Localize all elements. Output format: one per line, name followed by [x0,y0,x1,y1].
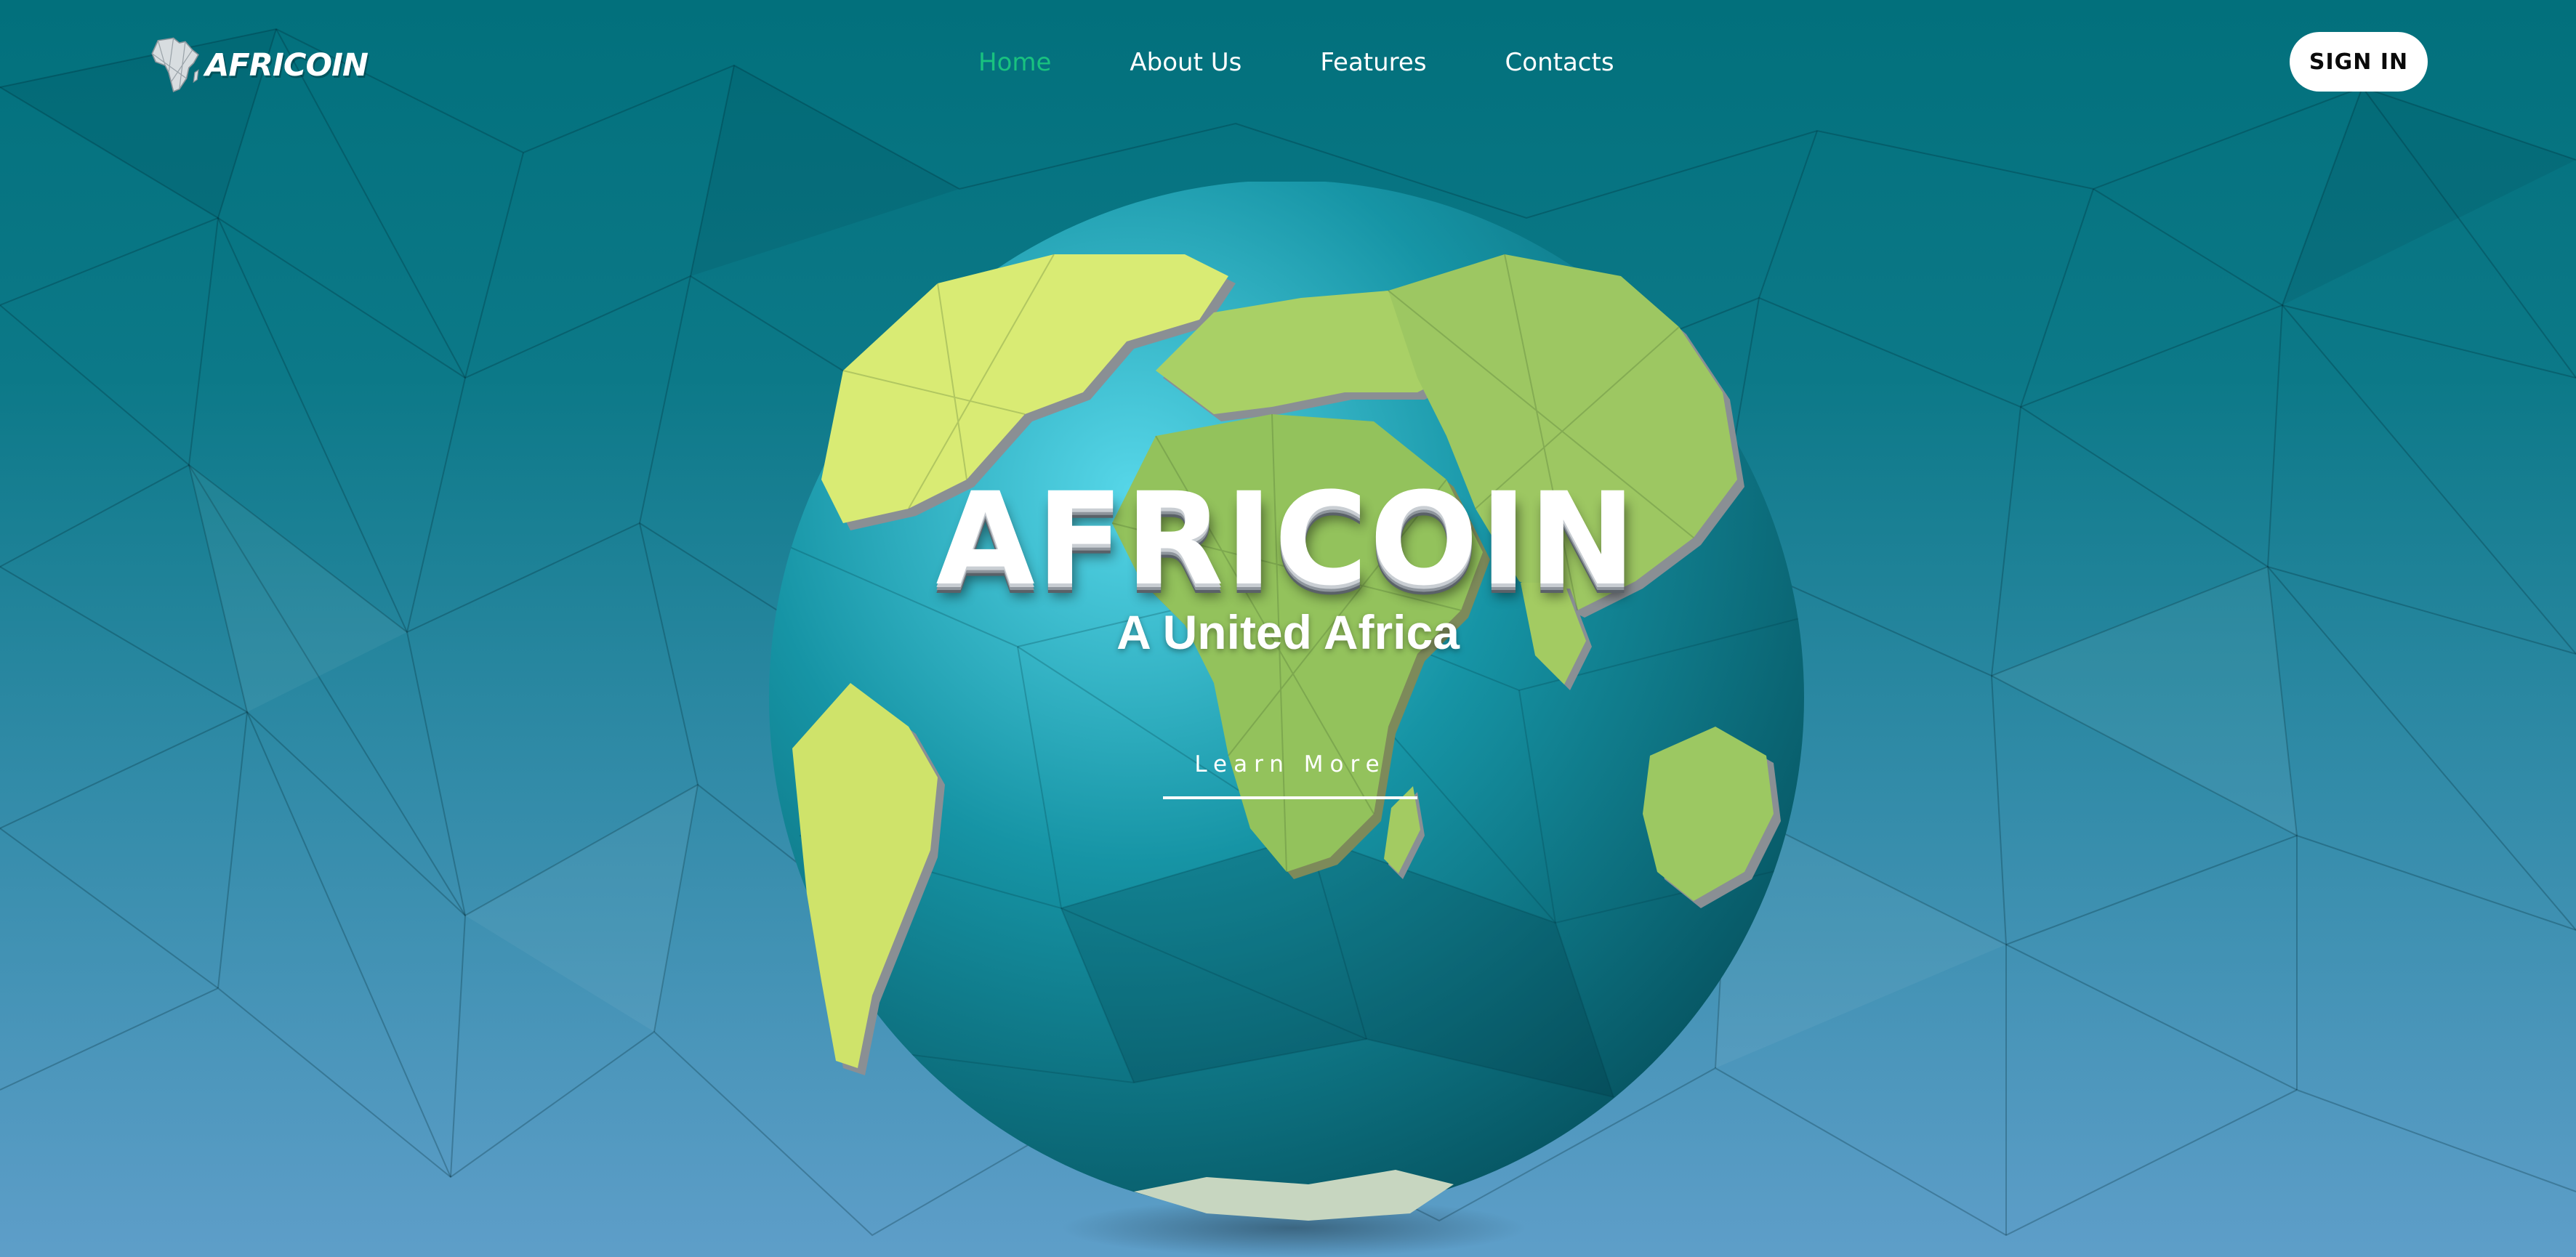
nav-link-features[interactable]: Features [1320,48,1426,77]
top-navigation-bar: AFRICOIN Home About Us Features Contacts… [0,0,2576,127]
learn-more-link[interactable]: Learn More [1163,751,1417,799]
logo-wordmark: AFRICOIN [205,47,369,84]
nav-link-home[interactable]: Home [978,48,1051,77]
brand-logo[interactable]: AFRICOIN [150,31,369,100]
sign-in-button[interactable]: SIGN IN [2290,32,2428,92]
globe-illustration [769,182,1804,1257]
nav-link-contacts[interactable]: Contacts [1505,48,1614,77]
nav-link-about-us[interactable]: About Us [1130,48,1241,77]
main-menu: Home About Us Features Contacts [978,45,1614,80]
africa-logo-icon [151,37,199,92]
